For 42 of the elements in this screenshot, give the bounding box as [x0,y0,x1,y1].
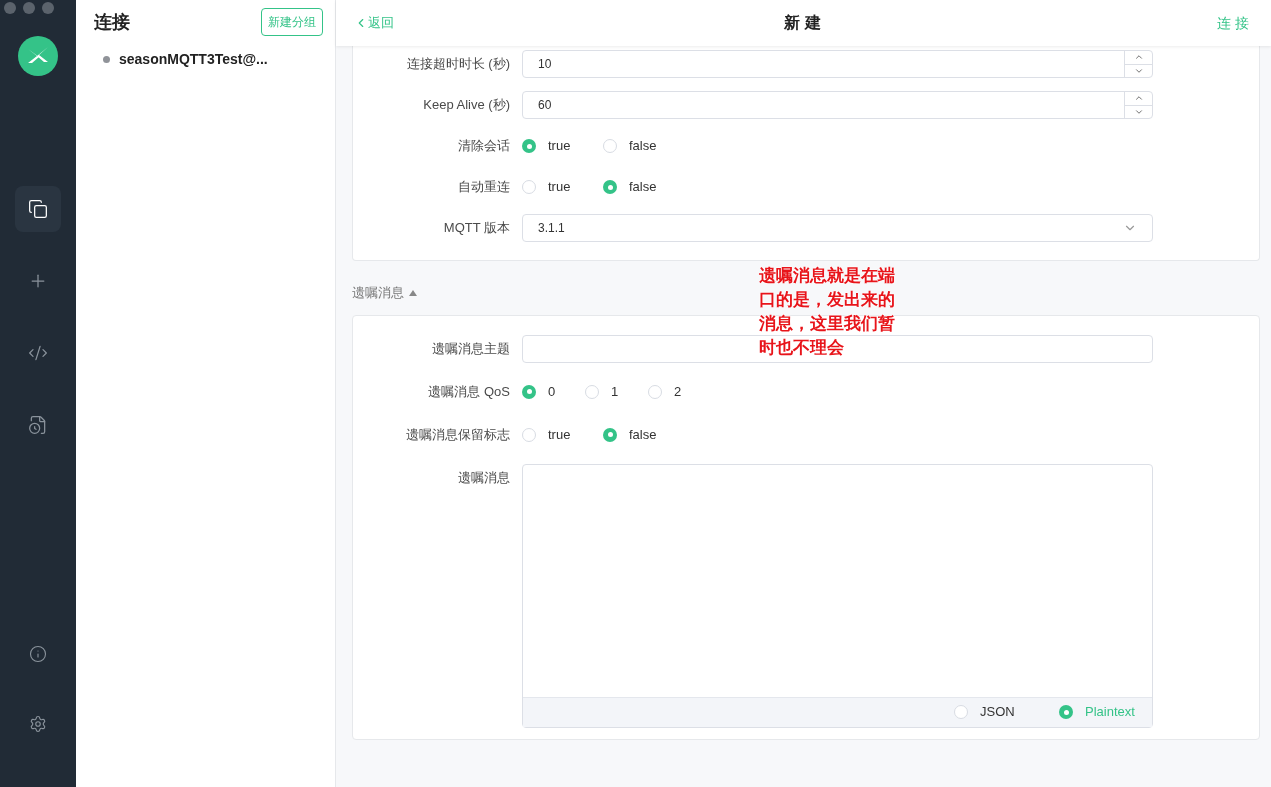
connections-icon [28,199,48,219]
window-control-button[interactable] [4,2,16,14]
radio-option[interactable]: 1 [585,381,646,402]
triangle-up-icon [408,288,418,297]
message-editor[interactable]: JSON Plaintext [522,463,1153,728]
radio-option[interactable]: true [522,136,601,156]
field-label: MQTT 版本 [443,219,510,238]
connection-item[interactable]: seasonMQTT3Test@... [76,44,335,74]
field-label: 遗嘱消息保留标志 [406,425,510,444]
field-label: Keep Alive (秒) [423,96,510,115]
radio-option[interactable]: false [603,177,682,197]
radio-option[interactable]: true [522,177,601,197]
section-toggle[interactable]: 遗嘱消息 [352,283,418,303]
field-label: 遗嘱消息 [458,468,510,487]
log-icon [28,415,48,435]
radio-option[interactable]: false [603,136,682,156]
code-icon [28,343,48,363]
nav-item[interactable] [15,186,61,232]
number-input[interactable]: 60 [522,91,1153,119]
nav-button[interactable] [29,715,47,733]
app-logo-icon [18,36,58,76]
settings-icon [29,715,47,733]
radio-option[interactable]: 2 [648,381,709,402]
page-title: 新建 [783,13,828,33]
annotation-note: 遗嘱消息就是在端口的是，发出来的消息，这里我们暂时也不理会 [759,265,896,359]
field-label: 清除会话 [458,137,510,156]
window-control-button[interactable] [42,2,54,14]
radio-option[interactable]: 0 [522,381,583,402]
panel-title: 连接 [94,10,130,34]
version-select[interactable]: 3.1.1 [522,214,1153,242]
radio-option[interactable]: true [522,424,601,445]
info-icon [29,645,47,663]
field-label: 遗嘱消息 QoS [428,382,510,401]
field-label: 自动重连 [458,178,510,197]
window-control-button[interactable] [23,2,35,14]
radio-option[interactable]: JSON [954,702,1045,722]
nav-button[interactable] [29,645,47,663]
field-label: 连接超时时长 (秒) [406,55,510,74]
topic-input[interactable] [522,334,1153,363]
number-input[interactable]: 10 [522,50,1153,78]
radio-option[interactable]: false [603,424,682,445]
field-label: 遗嘱消息主题 [432,339,510,358]
